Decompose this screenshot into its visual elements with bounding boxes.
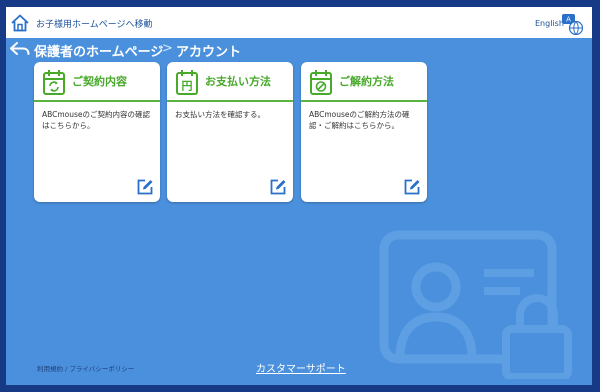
card-title: お支払い方法: [205, 75, 271, 88]
card-header: ご契約内容: [34, 62, 160, 102]
card-description: お支払い方法を確認する。: [175, 110, 265, 119]
kids-home-link[interactable]: お子様用ホームページへ移動: [36, 17, 153, 30]
payment-method-card[interactable]: 円 お支払い方法 お支払い方法を確認する。: [167, 62, 293, 202]
edit-icon[interactable]: [136, 178, 154, 196]
calendar-refresh-icon: [43, 70, 65, 95]
back-arrow-icon[interactable]: [10, 42, 30, 56]
cancellation-card[interactable]: ご解約方法 ABCmouseのご解約方法の確認・ご解約はこちらから。: [301, 62, 427, 202]
footer-legal-links[interactable]: 利用規約 / プライバシーポリシー: [37, 363, 134, 373]
language-toggle-label[interactable]: English: [535, 19, 564, 28]
breadcrumb-parent[interactable]: 保護者のホームページ: [34, 41, 163, 60]
calendar-cancel-icon: [310, 70, 332, 95]
main-frame: お子様用ホームページへ移動 English A 保護者のホームページ > アカウ…: [6, 7, 592, 385]
card-title: ご契約内容: [72, 75, 127, 88]
contract-details-card[interactable]: ご契約内容 ABCmouseのご契約内容の確認はこちらから。: [34, 62, 160, 202]
card-description: ABCmouseのご解約方法の確認・ご解約はこちらから。: [309, 110, 410, 130]
language-switch-icon[interactable]: A: [561, 13, 583, 35]
card-header: 円 お支払い方法: [167, 62, 293, 102]
edit-icon[interactable]: [269, 178, 287, 196]
card-header: ご解約方法: [301, 62, 427, 102]
yen-receipt-icon: 円: [176, 70, 198, 95]
edit-icon[interactable]: [403, 178, 421, 196]
card-description: ABCmouseのご契約内容の確認はこちらから。: [42, 110, 151, 130]
breadcrumb-separator: >: [162, 41, 173, 56]
customer-support-link[interactable]: カスタマーサポート: [256, 360, 346, 375]
top-bar: お子様用ホームページへ移動 English A: [6, 7, 592, 38]
house-icon[interactable]: [10, 13, 30, 33]
svg-text:円: 円: [182, 80, 193, 93]
svg-text:A: A: [566, 16, 571, 24]
id-card-lock-icon: [379, 230, 572, 379]
card-title: ご解約方法: [339, 75, 394, 88]
page-title: アカウント: [176, 45, 242, 60]
